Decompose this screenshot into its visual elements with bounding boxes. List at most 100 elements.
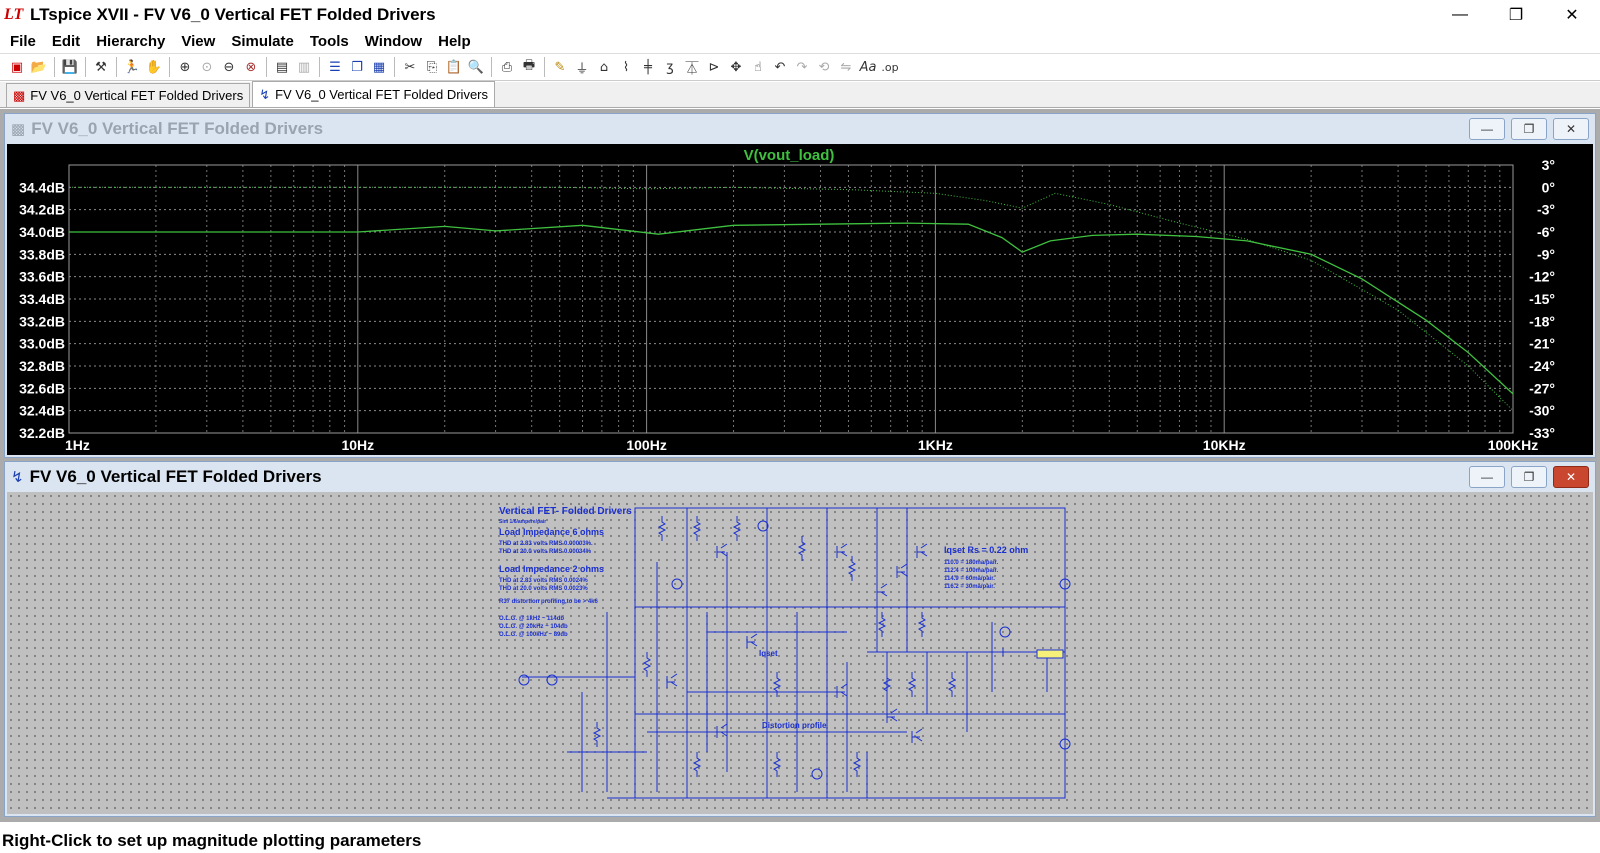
toolbar-separator <box>54 57 55 77</box>
tile-horizontal-icon[interactable]: ☰ <box>324 56 346 78</box>
y-tick-label: 32.8dB <box>19 358 65 374</box>
toolbar-separator <box>394 57 395 77</box>
paste-icon[interactable]: 📋 <box>443 56 465 78</box>
minimize-button[interactable]: — <box>1469 118 1505 140</box>
y-tick-label: 32.4dB <box>19 403 65 419</box>
plot-pane[interactable]: 34.4dB 34.2dB 34.0dB 33.8dB 33.6dB 33.4dB 33.2… <box>7 144 1593 455</box>
iq-line-4: 116.2 = 30ma/pair. <box>944 584 995 590</box>
toolbar: ▣ 📂 💾 ⚒ 🏃 ✋ ⊕ ⊙ ⊖ ⊗ ▤ ▥ ☰ ❐ ▦ ✂ ⎘ 📋 🔍 ⎙ … <box>0 53 1600 81</box>
schematic-window-controls: — ❐ ✕ <box>1463 466 1589 488</box>
pan-icon[interactable]: ⊙ <box>196 56 218 78</box>
capacitor-icon[interactable]: ╪ <box>637 56 659 78</box>
y2-tick-label: -9° <box>1537 246 1555 262</box>
toolbar-separator <box>85 57 86 77</box>
y-tick-label: 33.4dB <box>19 291 65 307</box>
component-icon[interactable]: ⊳ <box>703 56 725 78</box>
resistor-icon[interactable]: ⌇ <box>615 56 637 78</box>
menu-window[interactable]: Window <box>357 33 430 50</box>
ground-icon[interactable]: ⏚ <box>571 56 593 78</box>
window-controls: — ❐ ✕ <box>1432 0 1600 30</box>
schematic-drawing[interactable]: Vertical FET- Folded Drivers Sim 1/6/amp… <box>7 492 1593 814</box>
rotate-icon[interactable]: ⟲ <box>813 56 835 78</box>
maximize-button[interactable]: ❐ <box>1488 0 1544 30</box>
save-icon[interactable]: 💾 <box>59 56 81 78</box>
menu-simulate[interactable]: Simulate <box>223 33 302 50</box>
plot-settings-icon[interactable]: ▥ <box>293 56 315 78</box>
maximize-button[interactable]: ❐ <box>1511 118 1547 140</box>
close-button[interactable]: ✕ <box>1553 118 1589 140</box>
inductor-icon[interactable]: ʒ <box>659 56 681 78</box>
drag-hand-icon[interactable]: ☝ <box>747 56 769 78</box>
halt-hand-icon[interactable]: ✋ <box>143 56 165 78</box>
x-tick-label: 10Hz <box>341 437 374 453</box>
minimize-button[interactable]: — <box>1432 0 1488 30</box>
mdi-workspace: ▩ FV V6_0 Vertical FET Folded Drivers — … <box>0 109 1600 822</box>
label-net-icon[interactable]: ⌂ <box>593 56 615 78</box>
y-axis-ticks: 34.4dB 34.2dB 34.0dB 33.8dB 33.6dB 33.4dB 33.2… <box>19 179 65 441</box>
draw-wire-icon[interactable]: ✎ <box>549 56 571 78</box>
ltspice-logo-icon: LT <box>4 6 24 23</box>
menu-view[interactable]: View <box>173 33 223 50</box>
spice-directive-icon[interactable]: .op <box>879 56 901 78</box>
menu-tools[interactable]: Tools <box>302 33 357 50</box>
mirror-icon[interactable]: ⇋ <box>835 56 857 78</box>
print-setup-icon[interactable]: ⎙ <box>496 56 518 78</box>
find-icon[interactable]: 🔍 <box>465 56 487 78</box>
trace-label[interactable]: V(vout_load) <box>744 147 835 164</box>
x-tick-label: 100Hz <box>626 437 666 453</box>
y2-tick-label: -24° <box>1529 358 1555 374</box>
copy-icon[interactable]: ⎘ <box>421 56 443 78</box>
tile-vertical-icon[interactable]: ▦ <box>368 56 390 78</box>
waveform-window[interactable]: ▩ FV V6_0 Vertical FET Folded Drivers — … <box>4 113 1596 458</box>
load6-line2: THD at 20.0 volts RMS 0.00034% <box>499 549 592 555</box>
open-folder-icon[interactable]: 📂 <box>28 56 50 78</box>
redo-icon[interactable]: ↷ <box>791 56 813 78</box>
autorange-icon[interactable]: ▤ <box>271 56 293 78</box>
x-axis-ticks: 1Hz 10Hz 100Hz 1KHz 10KHz 100KHz <box>65 437 1538 453</box>
maximize-button[interactable]: ❐ <box>1511 466 1547 488</box>
control-panel-icon[interactable]: ⚒ <box>90 56 112 78</box>
schematic-canvas[interactable]: Vertical FET- Folded Drivers Sim 1/6/amp… <box>7 492 1593 814</box>
cascade-icon[interactable]: ❐ <box>346 56 368 78</box>
x-tick-label: 1KHz <box>918 437 953 453</box>
schematic-window-titlebar[interactable]: ↯ FV V6_0 Vertical FET Folded Drivers <box>5 462 1595 492</box>
move-hand-icon[interactable]: ✥ <box>725 56 747 78</box>
schematic-window-title: FV V6_0 Vertical FET Folded Drivers <box>29 467 322 486</box>
cut-icon[interactable]: ✂ <box>399 56 421 78</box>
tab-schematic[interactable]: ↯ FV V6_0 Vertical FET Folded Drivers <box>252 81 496 107</box>
menu-edit[interactable]: Edit <box>44 33 88 50</box>
minimize-button[interactable]: — <box>1469 466 1505 488</box>
print-icon[interactable]: 🖶 <box>518 56 540 78</box>
schematic-window[interactable]: ↯ FV V6_0 Vertical FET Folded Drivers — … <box>4 461 1596 817</box>
y-tick-label: 34.2dB <box>19 202 65 218</box>
tab-waveform[interactable]: ▩ FV V6_0 Vertical FET Folded Drivers <box>6 83 251 107</box>
run-simulation-icon[interactable]: 🏃 <box>121 56 143 78</box>
y2-tick-label: -30° <box>1529 403 1555 419</box>
menu-help[interactable]: Help <box>430 33 479 50</box>
status-bar: Right-Click to set up magnitude plotting… <box>0 828 1600 853</box>
y2-tick-label: -12° <box>1529 269 1555 285</box>
diode-icon[interactable]: ⏄ <box>681 56 703 78</box>
menu-file[interactable]: File <box>0 33 44 50</box>
waveform-icon: ▩ <box>13 87 26 103</box>
title-bar: LT LTspice XVII - FV V6_0 Vertical FET F… <box>0 0 1600 30</box>
menu-hierarchy[interactable]: Hierarchy <box>88 33 173 50</box>
olg-note-2: O.L.G. @ 20kHz ~ 104db <box>499 624 568 630</box>
waveform-window-controls: — ❐ ✕ <box>1463 118 1589 140</box>
toolbar-separator <box>319 57 320 77</box>
schematic-heading: Vertical FET- Folded Drivers <box>499 506 632 517</box>
zoom-fit-icon[interactable]: ⊗ <box>240 56 262 78</box>
close-button[interactable]: ✕ <box>1553 466 1589 488</box>
zoom-out-icon[interactable]: ⊖ <box>218 56 240 78</box>
zoom-in-icon[interactable]: ⊕ <box>174 56 196 78</box>
waveform-plot[interactable]: 34.4dB 34.2dB 34.0dB 33.8dB 33.6dB 33.4dB 33.2… <box>7 144 1593 455</box>
new-schematic-icon[interactable]: ▣ <box>6 56 28 78</box>
close-button[interactable]: ✕ <box>1544 0 1600 30</box>
undo-icon[interactable]: ↶ <box>769 56 791 78</box>
y2-tick-label: 3° <box>1542 157 1555 173</box>
iq-line-1: 110.0 = 180ma/pair. <box>944 560 999 566</box>
text-icon[interactable]: Aa <box>857 56 879 78</box>
x-tick-label: 1Hz <box>65 437 90 453</box>
waveform-window-titlebar[interactable]: ▩ FV V6_0 Vertical FET Folded Drivers <box>5 114 1595 144</box>
schematic-components <box>592 516 1009 777</box>
